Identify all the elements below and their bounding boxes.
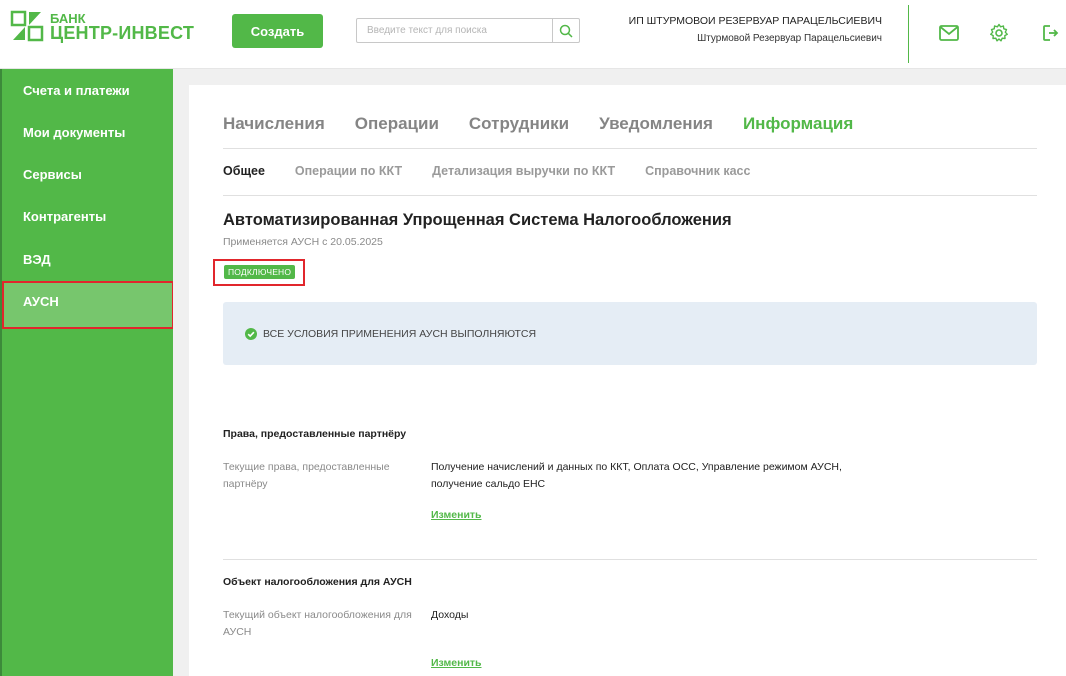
change-tax-object-link[interactable]: Изменить [431,657,482,669]
bank-logo-icon [10,9,44,43]
sidebar-item-accounts[interactable]: Счета и платежи [2,83,173,98]
user-name: Штурмовой Резервуар Парацельсиевич [697,33,882,44]
bank-logo-text: БАНК ЦЕНТР-ИНВЕСТ [50,11,195,43]
tab-notifications[interactable]: Уведомления [599,114,713,134]
header-divider [908,5,909,63]
bank-logo[interactable]: БАНК ЦЕНТР-ИНВЕСТ [10,9,194,43]
logout-icon[interactable] [1040,22,1062,44]
user-company: ИП ШТУРМОВОИ РЕЗЕРВУАР ПАРАЦЕЛЬСИЕВИЧ [628,15,882,27]
page-title: Автоматизированная Упрощенная Система На… [223,211,732,229]
conditions-notice: ВСЕ УСЛОВИЯ ПРИМЕНЕНИЯ АУСН ВЫПОЛНЯЮТСЯ [223,302,1037,365]
header: БАНК ЦЕНТР-ИНВЕСТ Создать ИП ШТУРМОВОИ Р… [0,0,1066,69]
sub-tabs: Общее Операции по ККТ Детализация выручк… [223,164,780,178]
sidebar-item-documents[interactable]: Мои документы [2,125,173,140]
sidebar-item-ved[interactable]: ВЭД [2,252,173,267]
tab-operations[interactable]: Операции [355,114,439,134]
search-box [356,18,580,43]
notice-text: ВСЕ УСЛОВИЯ ПРИМЕНЕНИЯ АУСН ВЫПОЛНЯЮТСЯ [263,327,537,340]
tab-accruals[interactable]: Начисления [223,114,325,134]
create-button[interactable]: Создать [232,14,323,48]
tab-information[interactable]: Информация [743,114,853,134]
subtabs-divider [223,195,1037,196]
sidebar-item-services[interactable]: Сервисы [2,167,173,182]
change-rights-link[interactable]: Изменить [431,509,482,521]
search-input[interactable] [357,19,552,42]
tabs-divider [223,148,1037,149]
tab-employees[interactable]: Сотрудники [469,114,569,134]
check-circle-icon [245,327,257,340]
subtab-kkt-operations[interactable]: Операции по ККТ [295,164,402,178]
section-divider [223,559,1037,560]
gear-icon[interactable] [988,22,1010,44]
applies-since: Применяется АУСН с 20.05.2025 [223,236,383,248]
brand-line2: ЦЕНТР-ИНВЕСТ [50,23,195,43]
section-title-rights: Права, предоставленные партнёру [223,428,407,440]
sidebar: Счета и платежи Мои документы Сервисы Ко… [2,69,173,676]
user-info[interactable]: ИП ШТУРМОВОИ РЕЗЕРВУАР ПАРАЦЕЛЬСИЕВИЧ Шт… [629,15,882,44]
subtab-cash-registers[interactable]: Справочник касс [645,164,750,178]
highlight-sidebar-ausn [2,281,174,329]
subtab-general[interactable]: Общее [223,164,265,178]
main-tabs: Начисления Операции Сотрудники Уведомлен… [223,114,883,134]
tax-object-value: Доходы [431,609,469,621]
subtab-revenue-details[interactable]: Детализация выручки по ККТ [432,164,615,178]
highlight-status-badge [213,259,305,286]
rights-label: Текущие права, предоставленные партнёру [223,461,390,490]
tax-object-label: Текущий объект налогообложения для АУСН [223,609,412,638]
search-icon [559,24,573,38]
search-button[interactable] [552,19,579,42]
mail-icon[interactable] [938,22,960,44]
section-title-tax-object: Объект налогообложения для АУСН [223,576,412,588]
rights-value: Получение начислений и данных по ККТ, Оп… [431,461,842,490]
sidebar-item-contractors[interactable]: Контрагенты [2,209,173,224]
